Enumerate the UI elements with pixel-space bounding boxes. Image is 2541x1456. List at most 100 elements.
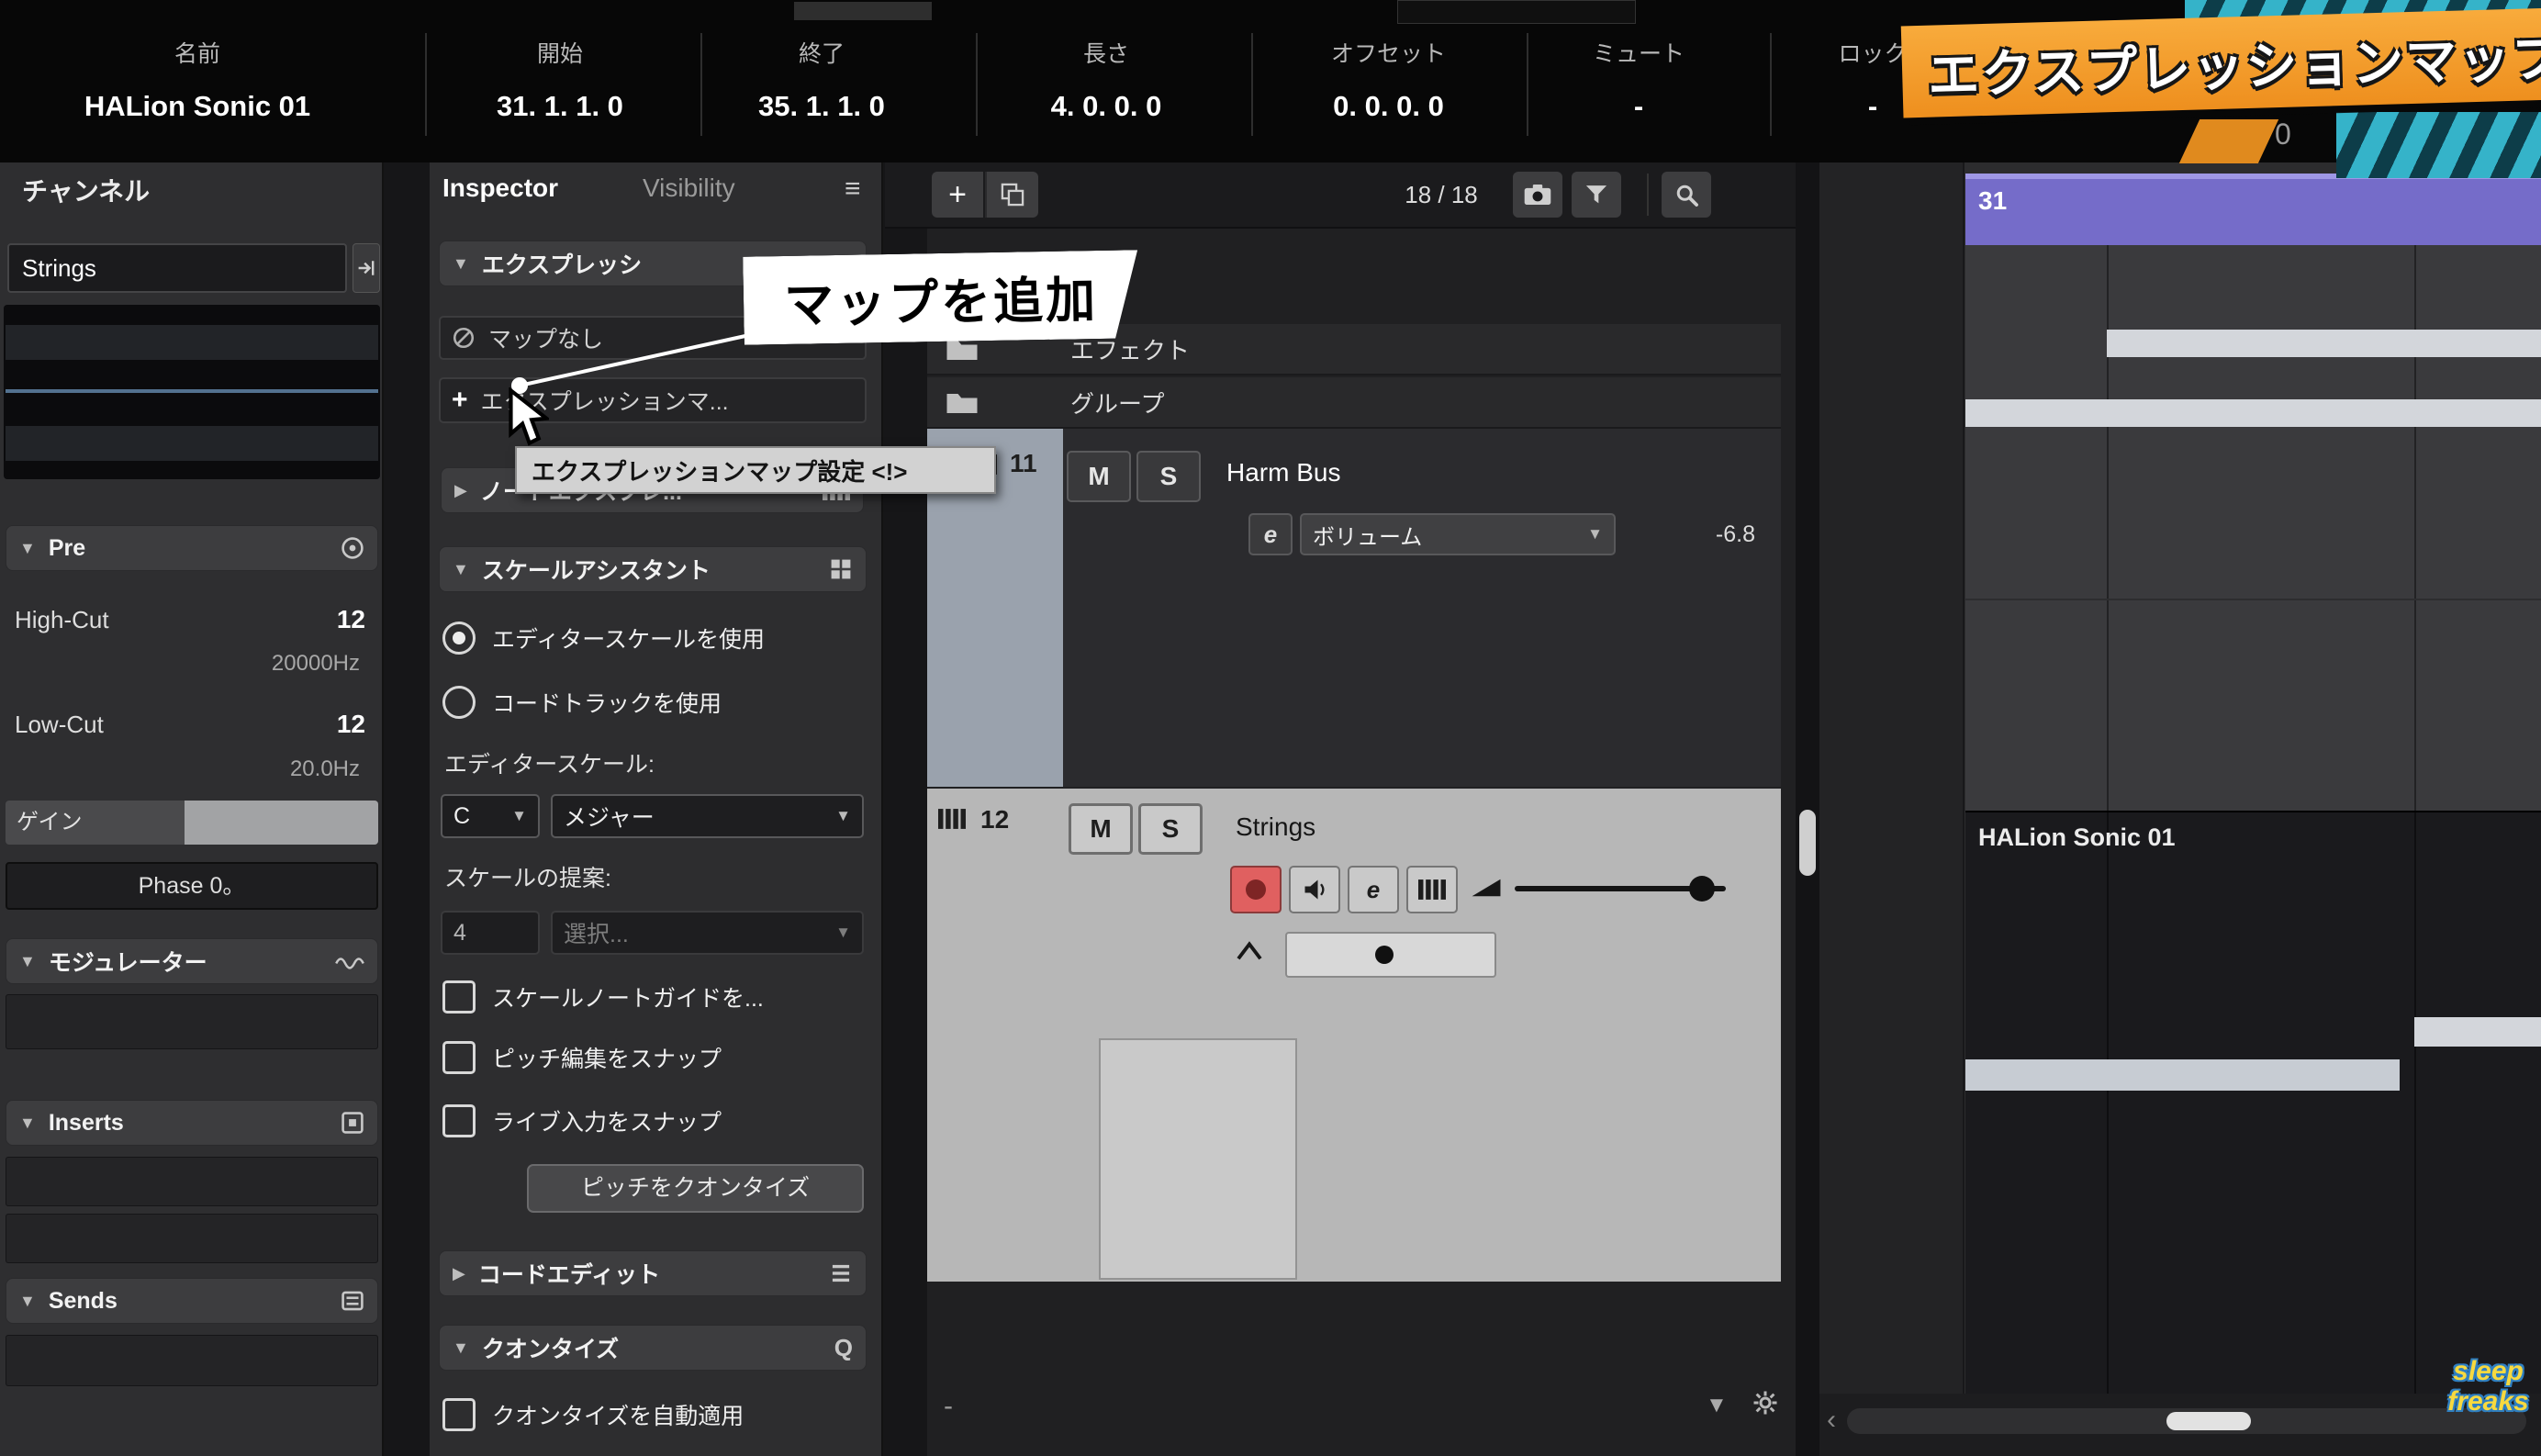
suggestion-count-box[interactable]: 4 (441, 911, 540, 955)
volume-wedge-icon (1471, 877, 1502, 903)
horizontal-scrollbar-handle[interactable] (2166, 1412, 2251, 1430)
instrument-button[interactable] (1406, 866, 1458, 913)
section-pre[interactable]: ▼ Pre (6, 525, 378, 571)
pan-slider[interactable] (1285, 932, 1496, 978)
section-scale-assistant[interactable]: ▼ スケールアシスタント (439, 546, 867, 592)
info-col-name: 名前 HALion Sonic 01 (18, 29, 376, 134)
radio-use-editor-scale[interactable]: エディタースケールを使用 (442, 618, 765, 658)
offset-value[interactable]: 0. 0. 0. 0 (1258, 79, 1519, 134)
watermark-line2: freaks (2440, 1386, 2536, 1417)
watermark-logo: sleep freaks (2440, 1356, 2536, 1417)
modulator-empty-slot[interactable] (6, 994, 378, 1049)
add-expression-map-button[interactable]: + エクスプレッションマ... (439, 377, 867, 423)
pre-title: Pre (49, 535, 85, 562)
mute-value[interactable]: - (1538, 79, 1740, 134)
add-track-button[interactable]: + (932, 172, 983, 218)
tooltip-expression-map-setup: エクスプレッションマップ設定 <!> (515, 446, 996, 494)
horizontal-scrollbar[interactable] (1847, 1408, 2526, 1434)
vertical-scrollbar[interactable] (1796, 162, 1819, 1456)
track12-mute-button[interactable]: M (1069, 803, 1133, 855)
gain-slider[interactable]: ゲイン (6, 801, 378, 845)
checkbox-snap-live-input[interactable]: ライブ入力をスナップ (442, 1101, 722, 1141)
automation-value[interactable]: -6.8 (1627, 513, 1755, 555)
low-cut-value[interactable]: 12 (337, 710, 365, 739)
send-empty-slot[interactable] (6, 1335, 378, 1386)
selected-part-top[interactable]: 31 (1965, 174, 2541, 245)
suggestion-select-dropdown[interactable]: 選択... ▼ (551, 911, 864, 955)
scale-type-dropdown[interactable]: メジャー ▼ (551, 794, 864, 838)
quantize-pitch-button[interactable]: ピッチをクオンタイズ (527, 1164, 864, 1213)
tab-visibility[interactable]: Visibility (643, 174, 735, 203)
tab-channel[interactable]: チャンネル (22, 172, 150, 208)
track-visibility-agent-button[interactable] (1513, 172, 1562, 218)
grid-line (2107, 812, 2109, 1394)
chevron-down-icon: ▼ (835, 924, 851, 942)
checkbox-snap-pitch-edit[interactable]: ピッチ編集をスナップ (442, 1037, 722, 1078)
top-strip-fragment2 (1397, 0, 1636, 24)
high-cut-frequency[interactable]: 20000Hz (15, 647, 360, 680)
pre-filter-icon (341, 536, 364, 560)
track11-edit-button[interactable]: e (1248, 513, 1293, 555)
track-filter-button[interactable] (1572, 172, 1621, 218)
insert-empty-slot[interactable] (6, 1157, 378, 1206)
start-value[interactable]: 31. 1. 1. 0 (431, 79, 688, 134)
collapse-arrow-icon: ▶ (454, 481, 467, 500)
volume-slider-handle[interactable] (1689, 876, 1715, 902)
channel-export-button[interactable] (353, 243, 380, 293)
expand-toggle-icon[interactable]: ▼ (1706, 1393, 1728, 1418)
monitor-button[interactable] (1289, 866, 1340, 913)
low-cut-frequency[interactable]: 20.0Hz (15, 753, 360, 786)
track11-mute-button[interactable]: M (1067, 451, 1131, 502)
track-row-harm-bus[interactable]: 11 M S Harm Bus e ボリューム ▼ -6.8 (927, 429, 1781, 787)
radio-use-chord-track[interactable]: コードトラックを使用 (442, 682, 722, 722)
project-timeline[interactable]: 31 HALion Sonic 01 ‹ sleep freaks (1819, 162, 2541, 1456)
section-inserts[interactable]: ▼ Inserts (6, 1100, 378, 1146)
scroll-left-arrow-icon[interactable]: ‹ (1827, 1405, 1836, 1436)
folder-track-groups[interactable]: グループ (927, 377, 1781, 429)
gear-icon[interactable] (1752, 1389, 1779, 1421)
upper-track-lanes[interactable] (1965, 245, 2541, 811)
checkbox-scale-note-guide[interactable]: スケールノートガイドを... (442, 977, 764, 1017)
tab-inspector[interactable]: Inspector (442, 174, 558, 203)
high-cut-value[interactable]: 12 (337, 605, 365, 634)
selected-part-strings[interactable]: HALion Sonic 01 (1965, 811, 2541, 1394)
checkbox-icon (442, 1041, 476, 1074)
section-quantize[interactable]: ▼ クオンタイズ Q (439, 1325, 867, 1371)
phase-button[interactable]: Phase 0。 (6, 862, 378, 910)
duplicate-track-button[interactable] (985, 172, 1038, 218)
high-cut-row[interactable]: High-Cut 12 (15, 601, 365, 638)
midi-part[interactable] (1965, 1059, 2400, 1091)
record-enable-button[interactable] (1230, 866, 1282, 913)
panel-menu-icon[interactable]: ≡ (845, 174, 861, 205)
track11-name[interactable]: Harm Bus (1226, 458, 1340, 487)
end-label: 終了 (693, 29, 950, 79)
track-search-button[interactable] (1662, 172, 1711, 218)
track-row-strings-selected[interactable]: 12 M S Strings e (927, 789, 1781, 1282)
length-value[interactable]: 4. 0. 0. 0 (978, 79, 1235, 134)
scale-key-dropdown[interactable]: C ▼ (441, 794, 540, 838)
track12-name[interactable]: Strings (1236, 812, 1315, 842)
insert-empty-slot[interactable] (6, 1214, 378, 1263)
midi-part[interactable] (2107, 330, 2541, 357)
track11-solo-button[interactable]: S (1136, 451, 1201, 502)
track12-empty-region[interactable] (1099, 1038, 1297, 1280)
vertical-scrollbar-handle[interactable] (1799, 810, 1816, 876)
channel-name-box[interactable]: Strings (7, 243, 347, 293)
pan-slider-handle[interactable] (1375, 946, 1394, 964)
scale-note-guide-label: スケールノートガイドを... (492, 980, 764, 1014)
section-chord-edit[interactable]: ▶ コードエディット (439, 1250, 867, 1296)
section-sends[interactable]: ▼ Sends (6, 1278, 378, 1324)
midi-part[interactable] (1965, 399, 2541, 427)
no-map-icon (452, 326, 476, 350)
midi-part[interactable] (2414, 1017, 2541, 1047)
end-value[interactable]: 35. 1. 1. 0 (693, 79, 950, 134)
track12-edit-button[interactable]: e (1348, 866, 1399, 913)
name-value[interactable]: HALion Sonic 01 (18, 79, 376, 134)
section-modulator[interactable]: ▼ モジュレーター (6, 938, 378, 984)
low-cut-row[interactable]: Low-Cut 12 (15, 706, 365, 743)
scale-assistant-icon (829, 557, 853, 581)
automation-param-dropdown[interactable]: ボリューム ▼ (1300, 513, 1616, 555)
offset-label: オフセット (1258, 29, 1519, 79)
track12-solo-button[interactable]: S (1138, 803, 1203, 855)
checkbox-auto-quantize[interactable]: クオンタイズを自動適用 (442, 1394, 744, 1435)
